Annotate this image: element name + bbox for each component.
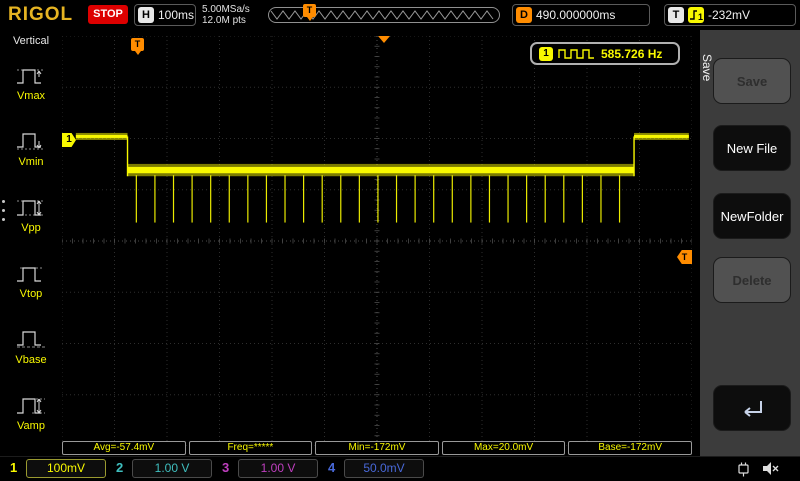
vbase-icon bbox=[17, 330, 45, 347]
vmax-icon bbox=[17, 68, 45, 84]
back-button[interactable] bbox=[713, 385, 791, 431]
measure-item-vmin[interactable]: Vmin bbox=[0, 115, 62, 181]
new-folder-button[interactable]: NewFolder bbox=[713, 193, 791, 239]
trigger-source-badge: 1 bbox=[688, 7, 704, 23]
display-area: T 1 T bbox=[62, 36, 692, 446]
frequency-counter-value: 585.726 Hz bbox=[601, 46, 663, 61]
measurement-results: Avg=-57.4mV Freq=***** Min=-172mV Max=20… bbox=[62, 441, 692, 455]
measure-item-vbase[interactable]: Vbase bbox=[0, 313, 62, 379]
channel-4-number[interactable]: 4 bbox=[328, 460, 335, 475]
measurement-max: Max=20.0mV bbox=[441, 441, 566, 455]
measure-menu: Vertical Vmax Vmin Vpp Vtop Vbase Vamp bbox=[0, 30, 62, 480]
measure-item-label: Vamp bbox=[17, 419, 45, 432]
minimap-trigger-marker[interactable]: T bbox=[303, 4, 316, 21]
measure-item-label: Vmin bbox=[18, 155, 44, 168]
vmin-icon bbox=[17, 132, 45, 149]
delete-button[interactable]: Delete bbox=[713, 257, 791, 303]
channel-3-number[interactable]: 3 bbox=[222, 460, 229, 475]
delay-group[interactable]: D 490.000000ms bbox=[512, 4, 650, 26]
channel-3-scale[interactable]: 1.00 V bbox=[238, 459, 318, 478]
waveform-minimap[interactable]: T bbox=[268, 4, 500, 23]
square-wave-icon bbox=[558, 48, 594, 59]
measurement-min: Min=-172mV bbox=[315, 441, 439, 455]
channel-1-number[interactable]: 1 bbox=[10, 460, 17, 475]
frequency-counter-channel: 1 bbox=[539, 46, 553, 61]
measure-item-label: Vpp bbox=[21, 221, 41, 234]
measure-item-vpp[interactable]: Vpp bbox=[0, 181, 62, 247]
measure-item-label: Vtop bbox=[19, 287, 43, 300]
frequency-counter: 1 585.726 Hz bbox=[530, 42, 680, 65]
speaker-muted-icon bbox=[763, 462, 779, 475]
trigger-level-value: -232mV bbox=[708, 8, 751, 22]
menu-scroll-indicator bbox=[2, 200, 5, 221]
channel-2-number[interactable]: 2 bbox=[116, 460, 123, 475]
trigger-group[interactable]: T 1 -232mV bbox=[664, 4, 796, 26]
oscilloscope-screen: RIGOL STOP H 100ms 5.00MSa/s 12.0M pts T… bbox=[0, 0, 800, 481]
acquisition-info: 5.00MSa/s 12.0M pts bbox=[202, 4, 250, 26]
menu-panel: Save Save New File NewFolder Delete bbox=[700, 30, 800, 480]
measurement-base: Base=-172mV bbox=[568, 441, 692, 455]
channel-4-scale[interactable]: 50.0mV bbox=[344, 459, 424, 478]
rising-edge-icon: 1 bbox=[690, 10, 703, 22]
measure-menu-title: Vertical bbox=[12, 35, 50, 47]
measure-item-label: Vmax bbox=[16, 89, 46, 102]
measure-item-vmax[interactable]: Vmax bbox=[0, 49, 62, 115]
svg-text:1: 1 bbox=[698, 12, 703, 22]
channel-2-scale[interactable]: 1.00 V bbox=[132, 459, 212, 478]
channel-1-scale[interactable]: 100mV bbox=[26, 459, 106, 478]
vtop-icon bbox=[17, 266, 42, 282]
delay-icon: D bbox=[516, 7, 532, 23]
trigger-icon: T bbox=[668, 7, 684, 23]
memory-depth: 12.0M pts bbox=[202, 15, 246, 26]
usb-icon bbox=[738, 462, 749, 477]
run-state-badge: STOP bbox=[88, 5, 128, 24]
measurement-avg: Avg=-57.4mV bbox=[62, 441, 186, 455]
measure-item-label: Vbase bbox=[15, 353, 47, 366]
measure-item-vtop[interactable]: Vtop bbox=[0, 247, 62, 313]
menu-tab-save: Save bbox=[700, 54, 714, 82]
vpp-icon bbox=[17, 199, 45, 216]
horizontal-scale-value: 100ms bbox=[158, 8, 195, 22]
horizontal-icon: H bbox=[138, 7, 154, 23]
trigger-time-marker[interactable]: T bbox=[131, 38, 144, 55]
bottom-bar: 1 100mV 2 1.00 V 3 1.00 V 4 50.0mV bbox=[0, 456, 800, 481]
measure-item-vamp[interactable]: Vamp bbox=[0, 379, 62, 445]
vamp-icon bbox=[17, 397, 45, 414]
sample-rate: 5.00MSa/s bbox=[202, 4, 250, 15]
brand-logo: RIGOL bbox=[8, 4, 74, 25]
return-arrow-icon bbox=[744, 401, 762, 417]
trigger-position-indicator bbox=[378, 36, 390, 43]
delay-value: 490.000000ms bbox=[536, 8, 616, 22]
save-button[interactable]: Save bbox=[713, 58, 791, 104]
new-file-button[interactable]: New File bbox=[713, 125, 791, 171]
horizontal-scale-group[interactable]: H 100ms bbox=[134, 4, 196, 26]
top-bar: RIGOL STOP H 100ms 5.00MSa/s 12.0M pts T… bbox=[0, 0, 800, 30]
ch1-waveform bbox=[75, 132, 689, 223]
measurement-freq: Freq=***** bbox=[188, 441, 313, 455]
